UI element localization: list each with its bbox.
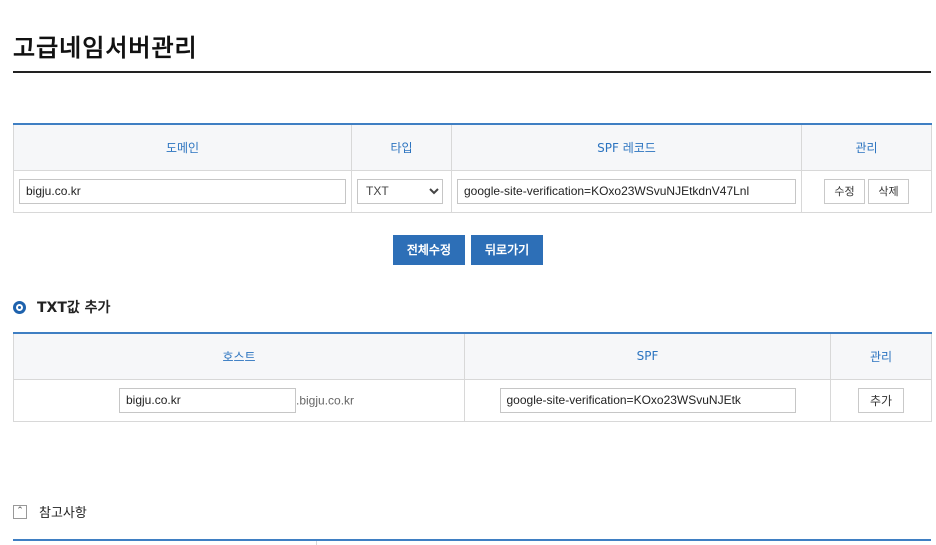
host-input[interactable] bbox=[119, 387, 296, 413]
section-title: TXT값 추가 bbox=[37, 300, 111, 316]
col-header-manage: 관리 bbox=[830, 332, 932, 380]
notes-column-divider bbox=[316, 541, 317, 545]
col-header-spf: SPF bbox=[464, 332, 831, 380]
notes-divider bbox=[13, 539, 931, 541]
bullet-circle-icon bbox=[13, 300, 26, 314]
add-button[interactable]: 추가 bbox=[857, 387, 905, 413]
edit-button[interactable]: 수정 bbox=[824, 178, 865, 204]
delete-button[interactable]: 삭제 bbox=[868, 178, 909, 204]
col-header-spf: SPF 레코드 bbox=[451, 123, 802, 171]
col-header-manage: 관리 bbox=[801, 123, 932, 171]
spf-record-input[interactable] bbox=[457, 178, 796, 204]
back-button[interactable]: 뒤로가기 bbox=[471, 235, 544, 265]
host-suffix: .bigju.co.kr bbox=[296, 393, 355, 407]
add-txt-table: 호스트 SPF 관리 .bigju.co.kr 추가 bbox=[13, 332, 932, 422]
chevron-up-icon[interactable]: ⌃ bbox=[13, 504, 27, 519]
col-header-domain: 도메인 bbox=[13, 123, 352, 171]
col-header-host: 호스트 bbox=[13, 332, 465, 380]
action-buttons: 전체수정 뒤로가기 bbox=[0, 235, 936, 265]
spf-input[interactable] bbox=[499, 387, 796, 413]
domain-input[interactable] bbox=[19, 178, 346, 204]
table-row: .bigju.co.kr 추가 bbox=[13, 379, 932, 422]
title-divider bbox=[13, 71, 931, 73]
edit-all-button[interactable]: 전체수정 bbox=[392, 235, 465, 265]
notes-title: 참고사항 bbox=[39, 506, 87, 521]
dns-record-table: 도메인 타입 SPF 레코드 관리 TXT 수정 삭제 bbox=[13, 123, 932, 213]
table-row: TXT 수정 삭제 bbox=[13, 170, 932, 213]
col-header-type: 타입 bbox=[351, 123, 452, 171]
page-title: 고급네임서버관리 bbox=[13, 34, 198, 62]
type-select[interactable]: TXT bbox=[357, 178, 443, 204]
add-txt-section-heading: TXT값 추가 bbox=[13, 297, 110, 317]
notes-toggle[interactable]: ⌃ 참고사항 bbox=[13, 502, 87, 521]
